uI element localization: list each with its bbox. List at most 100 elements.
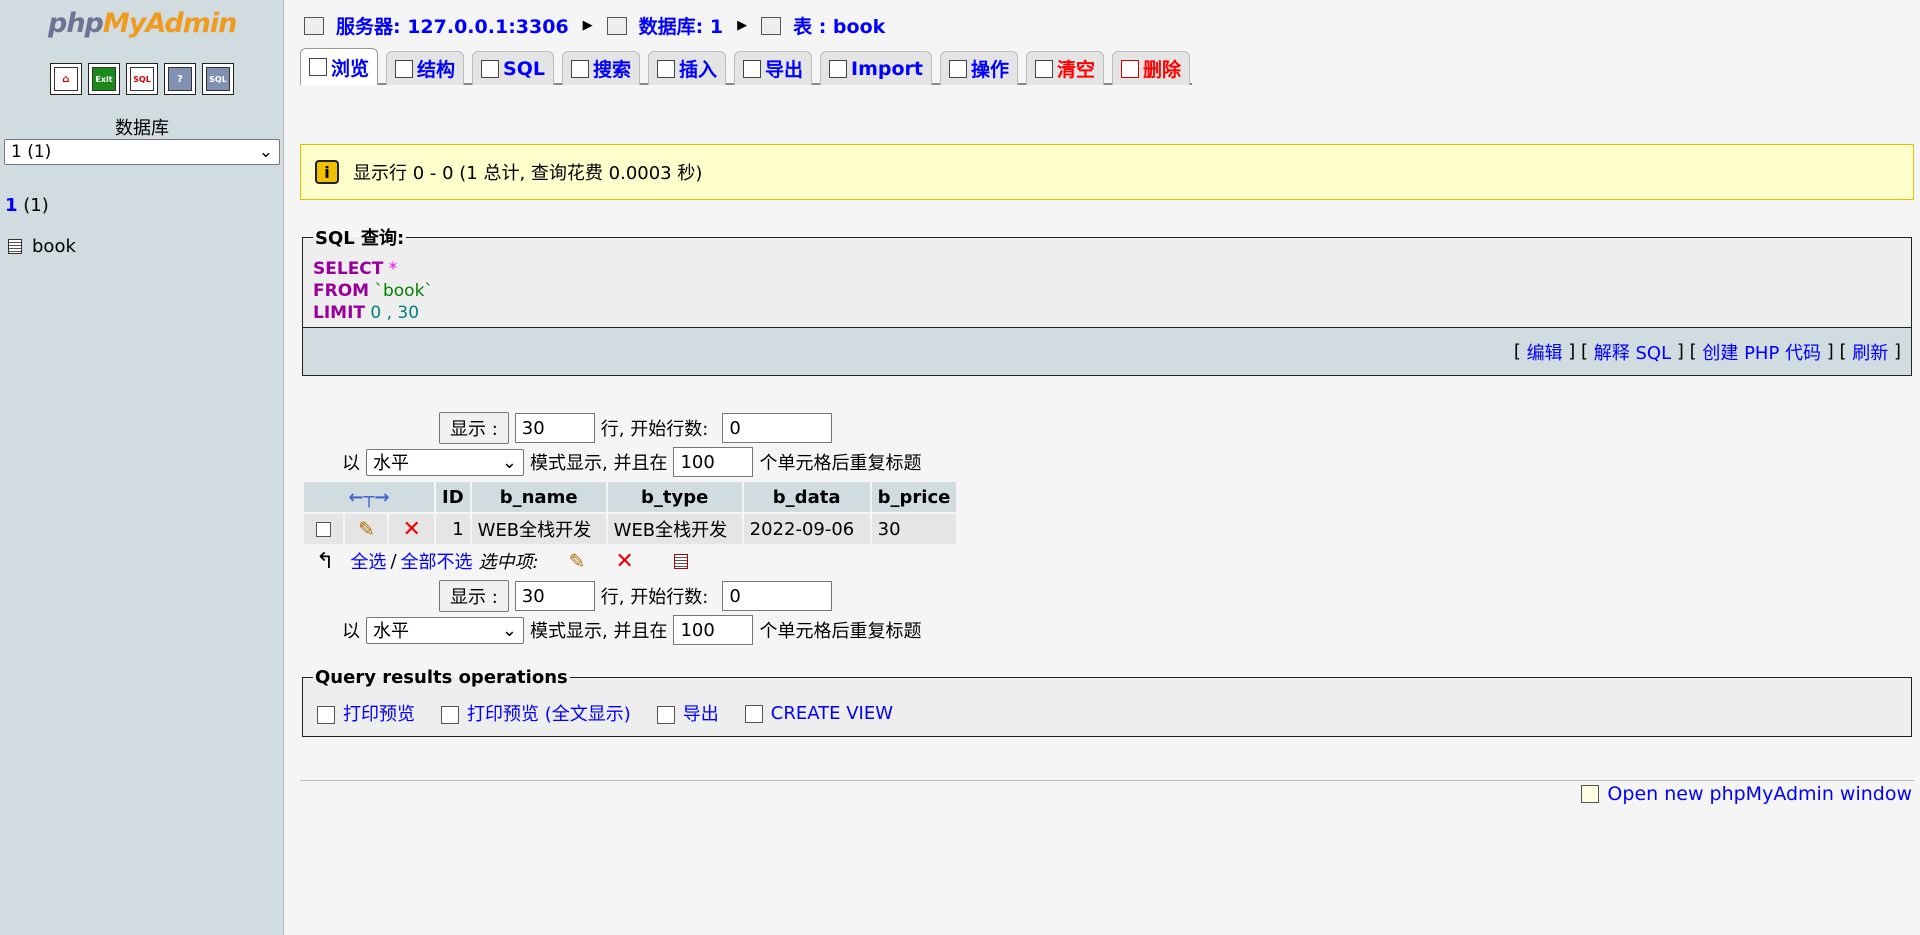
phpmyadmin-logo[interactable]: phpMyAdmin bbox=[48, 8, 237, 39]
server-icon bbox=[304, 16, 324, 35]
export-icon bbox=[656, 706, 675, 724]
sql-query-icon[interactable]: SQL bbox=[126, 63, 158, 95]
select-all-link[interactable]: 全选 bbox=[350, 548, 386, 574]
export-link[interactable]: 导出 bbox=[656, 700, 719, 726]
breadcrumb: 服务器: 127.0.0.1:3306 ▶ 数据库: 1 ▶ 表 : book bbox=[304, 12, 885, 39]
tab-import[interactable]: Import bbox=[820, 51, 933, 85]
show-button-bottom[interactable]: 显示 : bbox=[439, 580, 509, 612]
sql-docs-icon[interactable]: SQL bbox=[202, 63, 234, 95]
create-php-code-link[interactable]: 创建 PHP 代码 bbox=[1702, 339, 1821, 365]
start-row-input[interactable]: 0 bbox=[722, 413, 833, 443]
display-mode-select-bottom[interactable]: 水平 ⌄ bbox=[366, 616, 524, 644]
column-arrows-icon[interactable]: ←┬→ bbox=[304, 482, 434, 512]
open-new-window[interactable]: Open new phpMyAdmin window bbox=[1581, 783, 1912, 805]
create-view-link[interactable]: CREATE VIEW bbox=[744, 703, 893, 724]
show-button[interactable]: 显示 : bbox=[439, 412, 509, 444]
browse-icon bbox=[309, 58, 327, 76]
chevron-down-icon: ⌄ bbox=[501, 451, 517, 473]
repeat-headers-input-bottom[interactable]: 100 bbox=[673, 615, 754, 645]
current-database-link[interactable]: 1 (1) bbox=[5, 195, 49, 216]
structure-icon bbox=[395, 59, 414, 78]
info-icon: i bbox=[315, 160, 339, 184]
tab-search[interactable]: 搜索 bbox=[561, 51, 640, 85]
column-header-b-type[interactable]: b_type bbox=[607, 482, 742, 512]
query-notice: i 显示行 0 - 0 (1 总计, 查询花费 0.0003 秒) bbox=[300, 144, 1914, 200]
display-mode-select[interactable]: 水平 ⌄ bbox=[366, 448, 524, 476]
nav-controls-top: 显示 : 30 行, 开始行数: 0 bbox=[439, 412, 833, 444]
row-checkbox[interactable] bbox=[316, 522, 332, 537]
new-window-icon bbox=[1581, 785, 1600, 803]
table-header-row: ←┬→ ID b_name b_type b_data b_price bbox=[304, 482, 957, 512]
mode-controls-top: 以 水平 ⌄ 模式显示, 并且在 100 个单元格后重复标题 bbox=[342, 447, 921, 477]
sidebar-table-book[interactable]: book bbox=[8, 236, 76, 257]
divider bbox=[300, 780, 1914, 781]
open-new-window-link[interactable]: Open new phpMyAdmin window bbox=[1607, 783, 1912, 805]
breadcrumb-server[interactable]: 服务器: 127.0.0.1:3306 bbox=[336, 12, 569, 39]
import-icon bbox=[829, 59, 848, 78]
column-header-b-name[interactable]: b_name bbox=[471, 482, 606, 512]
tools-icon bbox=[949, 59, 968, 78]
column-header-b-price[interactable]: b_price bbox=[871, 482, 957, 512]
notice-text: 显示行 0 - 0 (1 总计, 查询花费 0.0003 秒) bbox=[353, 163, 703, 184]
sql-actions: [ 编辑 ] [ 解释 SQL ] [ 创建 PHP 代码 ] [ 刷新 ] bbox=[303, 327, 1911, 375]
rows-input[interactable]: 30 bbox=[514, 413, 595, 443]
export-selected-icon[interactable] bbox=[673, 553, 688, 569]
results-table: ←┬→ ID b_name b_type b_data b_price ✎ ✕ … bbox=[302, 480, 958, 546]
table-icon bbox=[761, 16, 782, 35]
database-icon bbox=[606, 16, 627, 35]
breadcrumb-table[interactable]: 表 : book bbox=[793, 12, 885, 39]
search-icon bbox=[570, 59, 589, 78]
operations-legend: Query results operations bbox=[315, 667, 568, 688]
docs-icon[interactable]: ? bbox=[164, 63, 196, 95]
insert-icon bbox=[657, 59, 675, 78]
tab-operations[interactable]: 操作 bbox=[940, 51, 1019, 85]
table-row: ✎ ✕ 1 WEB全栈开发 WEB全栈开发 2022-09-06 30 bbox=[304, 514, 957, 544]
edit-sql-link[interactable]: 编辑 bbox=[1527, 339, 1563, 365]
navigation-sidebar: phpMyAdmin ⌂ Exit SQL ? SQL 数据库 1 (1) ⌄ 1… bbox=[0, 0, 284, 935]
exit-icon[interactable]: Exit bbox=[88, 63, 120, 95]
sql-icon bbox=[481, 59, 500, 78]
triangle-right-icon: ▶ bbox=[737, 18, 748, 33]
delete-icon bbox=[1121, 59, 1140, 78]
tab-export[interactable]: 导出 bbox=[734, 51, 813, 85]
tab-structure[interactable]: 结构 bbox=[386, 51, 465, 85]
query-results-operations: Query results operations 打印预览 打印预览 (全文显示… bbox=[302, 667, 1912, 737]
database-select[interactable]: 1 (1) ⌄ bbox=[4, 139, 280, 165]
tab-browse[interactable]: 浏览 bbox=[300, 48, 379, 85]
start-row-input-bottom[interactable]: 0 bbox=[722, 581, 833, 611]
column-header-b-data[interactable]: b_data bbox=[743, 482, 870, 512]
delete-x-icon[interactable]: ✕ bbox=[403, 517, 421, 542]
unselect-all-link[interactable]: 全部不选 bbox=[401, 548, 473, 574]
repeat-headers-input[interactable]: 100 bbox=[673, 447, 754, 477]
explain-sql-link[interactable]: 解释 SQL bbox=[1594, 339, 1671, 365]
edit-pencil-icon[interactable]: ✎ bbox=[358, 517, 375, 541]
trash-icon bbox=[1035, 59, 1054, 78]
tab-bar: 浏览 结构 SQL 搜索 插入 导出 Import 操作 清空 删除 bbox=[300, 48, 1193, 85]
tab-empty[interactable]: 清空 bbox=[1026, 51, 1105, 85]
print-icon bbox=[441, 706, 459, 724]
nav-controls-bottom: 显示 : 30 行, 开始行数: 0 bbox=[439, 580, 833, 612]
edit-selected-icon[interactable]: ✎ bbox=[569, 549, 586, 573]
cell-b-price: 30 bbox=[871, 514, 957, 544]
print-view-link[interactable]: 打印预览 bbox=[317, 700, 415, 726]
sql-query-box: SQL 查询: SELECT * FROM `book` LIMIT 0 , 3… bbox=[302, 224, 1912, 376]
refresh-link[interactable]: 刷新 bbox=[1852, 339, 1888, 365]
arrow-up-left-icon: ↰ bbox=[316, 548, 335, 574]
main-content: 服务器: 127.0.0.1:3306 ▶ 数据库: 1 ▶ 表 : book … bbox=[284, 0, 1920, 935]
with-selected-label: 选中项: bbox=[478, 552, 539, 573]
tab-insert[interactable]: 插入 bbox=[648, 51, 727, 85]
print-view-full-link[interactable]: 打印预览 (全文显示) bbox=[441, 700, 631, 726]
breadcrumb-database[interactable]: 数据库: 1 bbox=[639, 12, 723, 39]
chevron-down-icon: ⌄ bbox=[258, 142, 273, 162]
tab-sql[interactable]: SQL bbox=[472, 51, 554, 85]
home-icon[interactable]: ⌂ bbox=[50, 63, 82, 95]
database-label: 数据库 bbox=[115, 118, 169, 139]
sql-query-text: SELECT * FROM `book` LIMIT 0 , 30 bbox=[313, 259, 433, 323]
rows-input-bottom[interactable]: 30 bbox=[514, 581, 595, 611]
tab-drop[interactable]: 删除 bbox=[1112, 51, 1191, 85]
column-header-id[interactable]: ID bbox=[436, 482, 470, 512]
cell-b-name: WEB全栈开发 bbox=[471, 514, 606, 544]
nav-icons-bar: ⌂ Exit SQL ? SQL bbox=[50, 63, 234, 95]
delete-selected-icon[interactable]: ✕ bbox=[615, 549, 633, 574]
table-icon[interactable] bbox=[8, 239, 22, 254]
